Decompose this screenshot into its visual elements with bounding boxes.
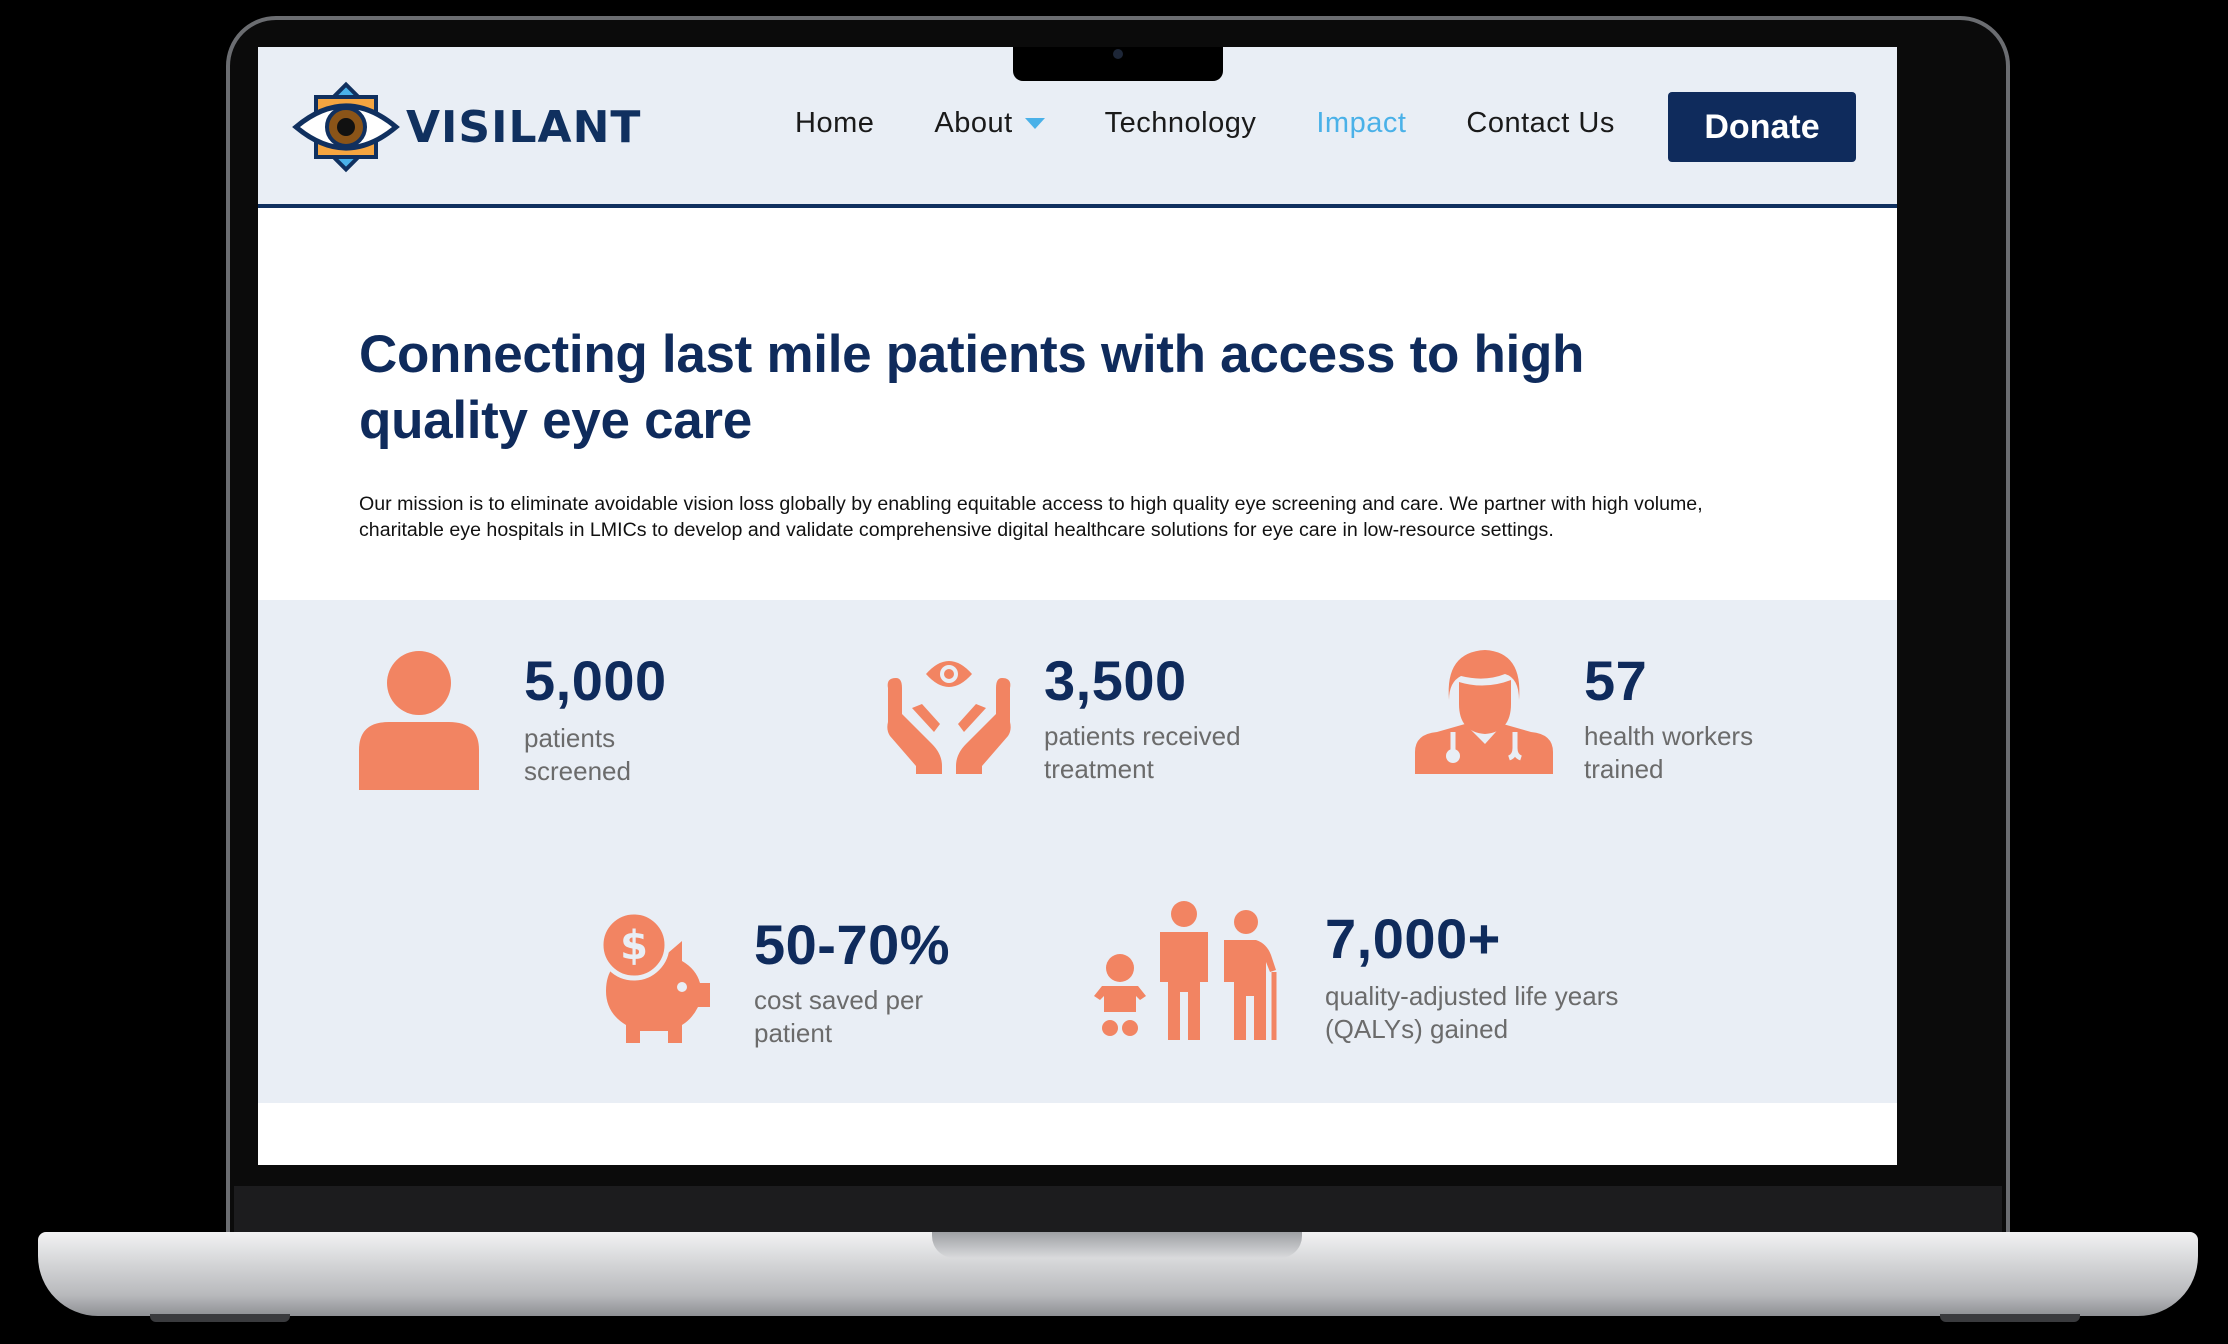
nav-impact-label: Impact xyxy=(1316,107,1407,139)
nav-contact-label: Contact Us xyxy=(1466,107,1615,139)
impact-stats: 5,000 patients screened 3,500 patients r… xyxy=(258,600,1897,1103)
camera-icon xyxy=(1113,49,1123,59)
person-icon xyxy=(359,651,479,790)
laptop-screen: VISILANT Home About Technology Impact Co… xyxy=(258,47,1897,1165)
nav-home-label: Home xyxy=(795,107,875,139)
nav-technology[interactable]: Technology xyxy=(1105,107,1257,140)
stat-label-line1: patients received xyxy=(1044,721,1241,751)
stat-number: 57 xyxy=(1584,649,1648,712)
stat-label-line2: (QALYs) gained xyxy=(1325,1014,1509,1044)
logo[interactable]: VISILANT xyxy=(292,73,641,181)
doctor-icon xyxy=(1415,650,1553,774)
nav-impact[interactable]: Impact xyxy=(1316,107,1406,140)
eye-logo-icon xyxy=(292,81,400,173)
stat-number: 3,500 xyxy=(1044,649,1187,712)
chevron-down-icon xyxy=(1024,118,1045,129)
laptop-foot-right xyxy=(1940,1314,2080,1322)
donate-button[interactable]: Donate xyxy=(1668,92,1856,162)
stat-label-line1: health workers xyxy=(1584,721,1754,751)
nav-technology-label: Technology xyxy=(1104,107,1257,139)
stat-label-line2: patient xyxy=(754,1018,833,1048)
stat-number: 50-70% xyxy=(754,913,951,976)
nav-about[interactable]: About xyxy=(934,107,1045,140)
piggy-bank-icon: $ xyxy=(598,911,710,1043)
stat-label-line2: treatment xyxy=(1044,754,1154,784)
eye-hands-icon xyxy=(887,661,1011,774)
svg-text:$: $ xyxy=(620,923,648,969)
stat-label-line1: patients xyxy=(524,723,616,753)
stat-label-line1: cost saved per xyxy=(754,985,924,1015)
nav-home[interactable]: Home xyxy=(795,107,874,140)
logo-text: VISILANT xyxy=(406,101,642,153)
stat-number: 7,000+ xyxy=(1325,907,1501,970)
mission-text: Our mission is to eliminate avoidable vi… xyxy=(359,493,1703,541)
laptop-foot-left xyxy=(150,1314,290,1322)
stat-label-line1: quality-adjusted life years xyxy=(1325,981,1619,1011)
laptop-chin xyxy=(234,1186,2002,1234)
stat-label-line2: screened xyxy=(524,756,631,786)
main-nav: Home About Technology Impact Contact Us xyxy=(795,107,1675,140)
nav-contact-us[interactable]: Contact Us xyxy=(1466,107,1614,140)
laptop-base-notch xyxy=(932,1232,1302,1258)
page-title: Connecting last mile patients with acces… xyxy=(359,325,1585,450)
stat-label-line2: trained xyxy=(1584,754,1664,784)
stat-number: 5,000 xyxy=(524,649,667,712)
nav-about-label: About xyxy=(934,107,1013,139)
family-icon xyxy=(1094,901,1277,1040)
